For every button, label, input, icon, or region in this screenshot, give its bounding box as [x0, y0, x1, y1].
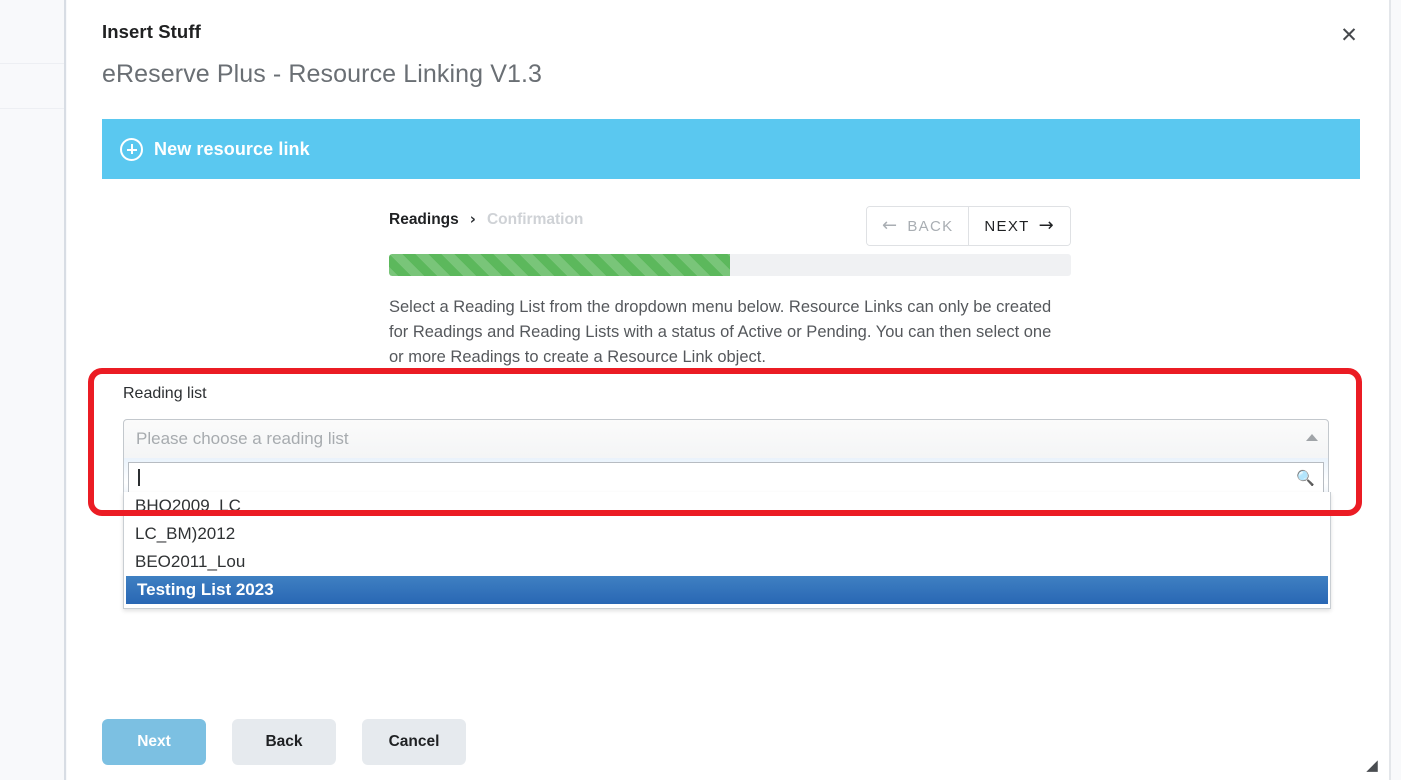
wizard-back-button[interactable]: ← BACK: [866, 207, 969, 245]
plus-circle-icon: [120, 137, 143, 161]
resize-grip-icon[interactable]: ◢: [1363, 756, 1381, 774]
page-right-edge: [1390, 0, 1391, 780]
banner-label: New resource link: [154, 138, 310, 159]
text-caret: [138, 469, 140, 486]
arrow-right-icon: →: [1038, 215, 1055, 236]
reading-list-search-input[interactable]: 🔍: [128, 462, 1324, 493]
wizard-nav-group: ← BACK NEXT →: [865, 206, 1071, 246]
new-resource-link-banner[interactable]: New resource link: [102, 119, 1360, 179]
list-item[interactable]: BHO2009_LC: [124, 492, 1330, 520]
wizard-next-label: NEXT: [984, 217, 1030, 235]
close-icon[interactable]: ✕: [1336, 22, 1362, 48]
wizard-back-label: BACK: [907, 217, 954, 235]
reading-list-select-display[interactable]: Please choose a reading list: [124, 420, 1328, 458]
dialog-subtitle: eReserve Plus - Resource Linking V1.3: [102, 60, 543, 88]
wizard-progress-fill: [389, 254, 730, 276]
sidebar-edge: [64, 0, 66, 780]
screen: ✕ Insert Stuff eReserve Plus - Resource …: [0, 0, 1401, 780]
step-readings[interactable]: Readings: [389, 211, 459, 229]
list-item-selected[interactable]: Testing List 2023: [126, 576, 1328, 604]
reading-list-select[interactable]: Please choose a reading list 🔍: [123, 419, 1329, 500]
list-item[interactable]: LC_BM)2012: [124, 520, 1330, 548]
cancel-button[interactable]: Cancel: [362, 719, 466, 765]
wizard-next-button[interactable]: NEXT →: [968, 207, 1070, 245]
insert-stuff-dialog: ✕ Insert Stuff eReserve Plus - Resource …: [67, 0, 1390, 780]
step-confirmation[interactable]: Confirmation: [487, 211, 583, 229]
wizard-description: Select a Reading List from the dropdown …: [389, 298, 1052, 366]
sidebar-divider-2: [0, 108, 64, 109]
option-label: LC_BM)2012: [135, 524, 236, 543]
chevron-up-icon[interactable]: [1306, 434, 1318, 441]
back-button[interactable]: Back: [232, 719, 336, 765]
dialog-title: Insert Stuff: [102, 21, 201, 42]
wizard: Readings › Confirmation ← BACK NEXT → Se…: [389, 206, 1071, 370]
reading-list-options: BHO2009_LC LC_BM)2012 BEO2011_Lou Testin…: [123, 492, 1331, 609]
list-item[interactable]: BEO2011_Lou: [124, 548, 1330, 576]
option-label: Testing List 2023: [137, 580, 274, 599]
search-icon[interactable]: 🔍: [1296, 469, 1315, 487]
reading-list-field: Reading list Please choose a reading lis…: [123, 385, 1333, 500]
sidebar-divider-1: [0, 63, 64, 64]
wizard-progress-bar: [389, 254, 1071, 276]
option-label: BHO2009_LC: [135, 496, 241, 515]
reading-list-label: Reading list: [123, 385, 207, 402]
dialog-footer: Next Back Cancel: [102, 719, 466, 765]
chevron-right-icon: ›: [469, 210, 476, 228]
next-button[interactable]: Next: [102, 719, 206, 765]
arrow-left-icon: ←: [881, 215, 899, 236]
option-label: BEO2011_Lou: [135, 552, 246, 571]
